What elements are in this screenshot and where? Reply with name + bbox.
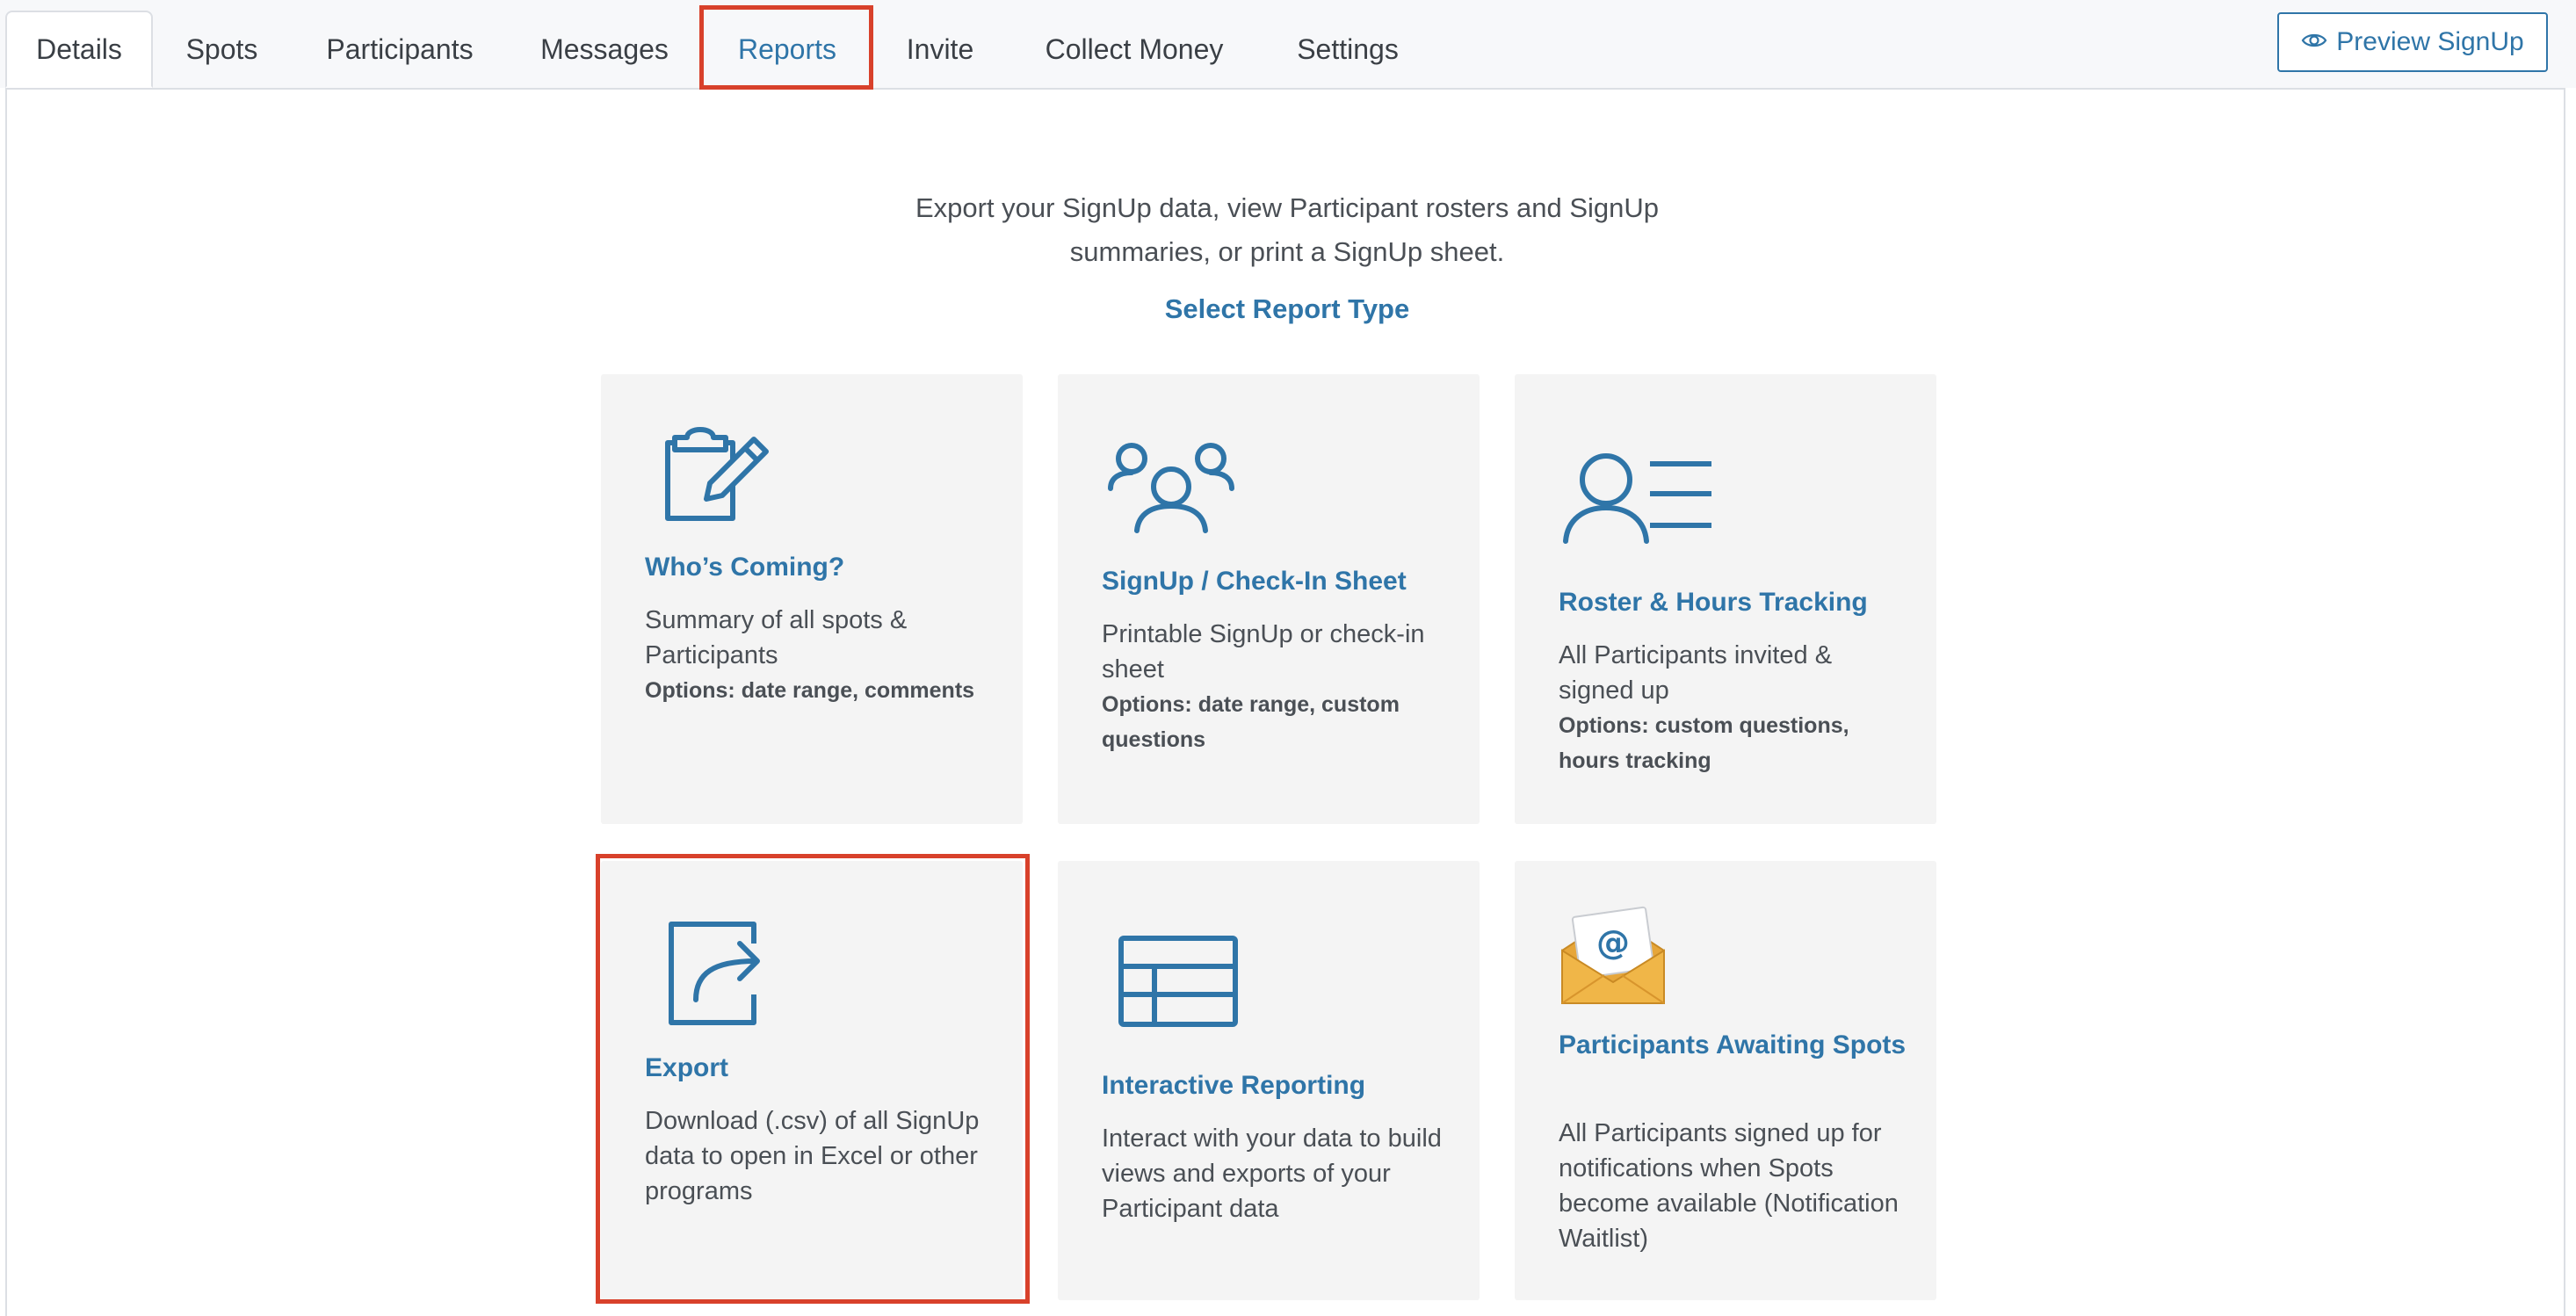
- card-description: Interact with your data to build views a…: [1102, 1124, 1442, 1223]
- tab-invite[interactable]: Invite: [887, 11, 993, 88]
- card-description: Printable SignUp or check-in sheet: [1102, 620, 1425, 683]
- export-card-highlight: [596, 854, 1030, 1304]
- eye-icon: [2301, 27, 2327, 57]
- card-options: Options: date range, custom questions: [1102, 692, 1400, 752]
- report-card-roster-hours[interactable]: Roster & Hours Tracking All Participants…: [1515, 374, 1936, 824]
- card-description: All Participants signed up for notificat…: [1559, 1119, 1899, 1253]
- intro-line-1: Export your SignUp data, view Participan…: [915, 192, 1660, 223]
- preview-signup-label: Preview SignUp: [2336, 27, 2524, 56]
- report-card-whos-coming[interactable]: Who’s Coming? Summary of all spots & Par…: [601, 374, 1023, 824]
- card-title: Interactive Reporting: [1102, 1071, 1366, 1100]
- roster-list-icon: [1562, 450, 1713, 551]
- card-title: Who’s Coming?: [645, 553, 845, 582]
- card-title: Roster & Hours Tracking: [1559, 588, 1868, 617]
- tab-spots[interactable]: Spots: [167, 11, 277, 88]
- reports-tab-highlight: [699, 5, 873, 90]
- report-card-awaiting-spots[interactable]: @ Participants Awaiting Spots All Partic…: [1515, 861, 1936, 1300]
- svg-text:@: @: [1596, 923, 1630, 962]
- tab-messages[interactable]: Messages: [524, 11, 685, 88]
- tab-participants[interactable]: Participants: [299, 11, 501, 88]
- intro-line-2: summaries, or print a SignUp sheet.: [1069, 236, 1505, 267]
- card-title: SignUp / Check-In Sheet: [1102, 567, 1407, 596]
- card-description: Summary of all spots & Participants: [645, 606, 908, 669]
- table-icon: [1118, 935, 1239, 1032]
- tab-collect-money[interactable]: Collect Money: [1019, 11, 1249, 88]
- card-title: Participants Awaiting Spots: [1559, 1030, 1907, 1059]
- preview-signup-button[interactable]: Preview SignUp: [2277, 12, 2548, 72]
- reports-intro: Export your SignUp data, view Participan…: [843, 186, 1731, 274]
- select-report-type-heading: Select Report Type: [1164, 293, 1410, 324]
- group-icon: [1105, 439, 1237, 540]
- report-card-checkin-sheet[interactable]: SignUp / Check-In Sheet Printable SignUp…: [1058, 374, 1480, 824]
- tab-details[interactable]: Details: [5, 11, 153, 88]
- card-options: Options: custom questions, hours trackin…: [1559, 713, 1849, 773]
- card-description: All Participants invited & signed up: [1559, 641, 1833, 705]
- tab-settings[interactable]: Settings: [1281, 11, 1415, 88]
- card-options: Options: date range, comments: [645, 678, 975, 703]
- report-card-interactive-reporting[interactable]: Interactive Reporting Interact with your…: [1058, 861, 1480, 1300]
- clipboard-edit-icon: [662, 423, 777, 530]
- envelope-at-icon: @: [1559, 905, 1668, 1013]
